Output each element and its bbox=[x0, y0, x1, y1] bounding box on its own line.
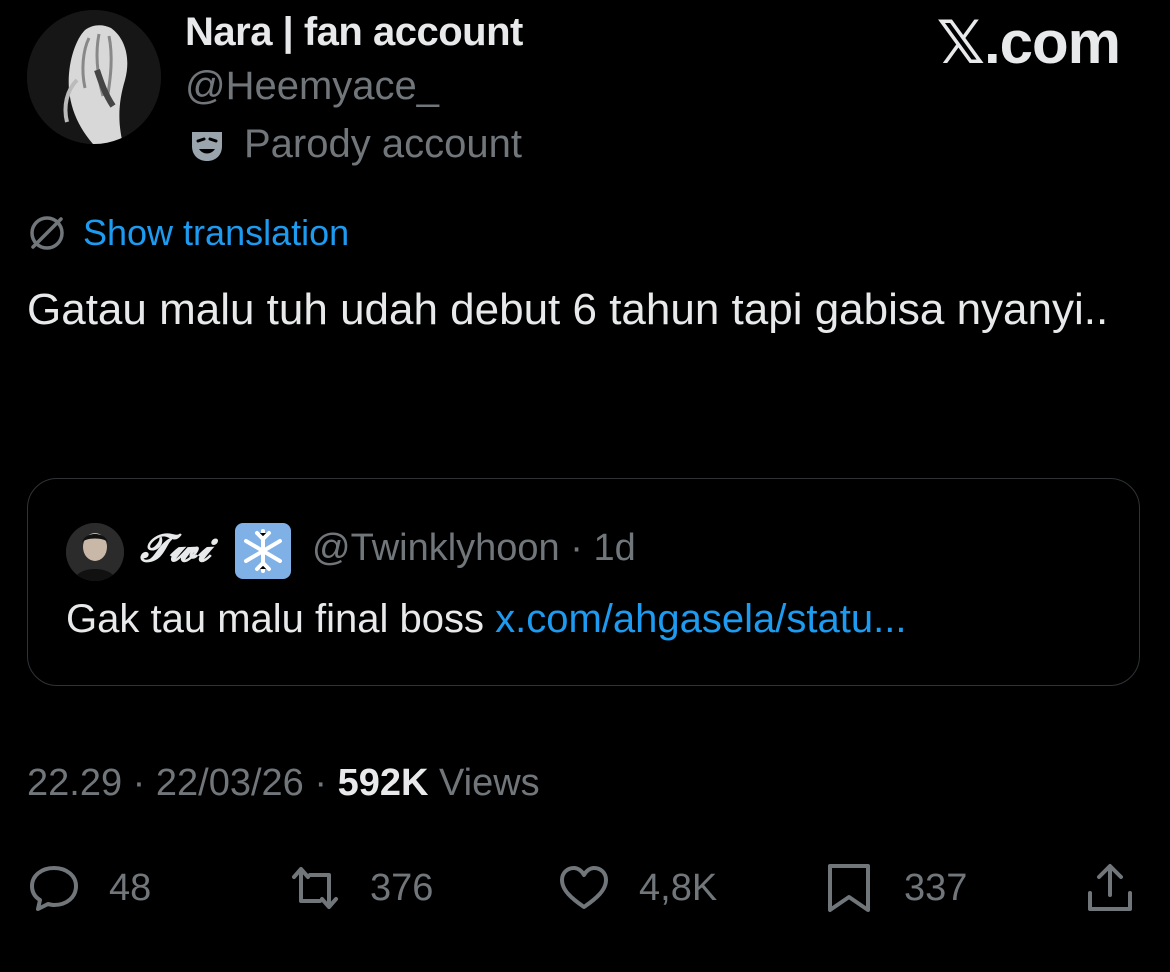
avatar[interactable] bbox=[27, 10, 161, 144]
action-bar: 48 376 4,8K 337 bbox=[0, 856, 1170, 920]
parody-label: Parody account bbox=[188, 122, 522, 167]
quoted-link[interactable]: x.com/ahgasela/statu... bbox=[495, 597, 906, 641]
avatar-image bbox=[27, 10, 161, 144]
share-button[interactable] bbox=[1083, 856, 1165, 920]
heart-icon bbox=[560, 866, 608, 909]
like-button[interactable]: 4,8K bbox=[557, 856, 717, 920]
bookmark-button[interactable]: 337 bbox=[822, 856, 967, 920]
quoted-handle-time: @Twinklyhoon · 1d bbox=[312, 527, 636, 569]
timestamp[interactable]: 22.29 · 22/03/26 · bbox=[27, 762, 338, 804]
bookmark-count: 337 bbox=[904, 866, 968, 909]
like-count: 4,8K bbox=[639, 866, 718, 909]
show-translation-label[interactable]: Show translation bbox=[83, 212, 349, 254]
quoted-text-body: Gak tau malu final boss bbox=[66, 597, 496, 641]
display-name[interactable]: Nara | fan account bbox=[185, 10, 523, 55]
quoted-avatar-image bbox=[66, 523, 124, 581]
repost-button[interactable]: 376 bbox=[288, 856, 433, 920]
repost-icon bbox=[292, 867, 338, 909]
theater-mask-icon bbox=[192, 131, 222, 161]
views-count: 592K bbox=[337, 762, 429, 804]
reply-button[interactable]: 48 bbox=[27, 856, 151, 920]
quoted-text: Gak tau malu final boss x.com/ahgasela/s… bbox=[66, 597, 906, 642]
user-handle[interactable]: @Heemyace_ bbox=[185, 64, 439, 109]
reply-count: 48 bbox=[109, 866, 152, 909]
repost-count: 376 bbox=[370, 866, 434, 909]
tweet-meta: 22.29 · 22/03/26 · 592K Views bbox=[27, 762, 540, 805]
globe-slash-icon bbox=[30, 216, 64, 250]
quoted-tweet[interactable]: 𝓣𝔀𝓲 @Twinklyhoon · 1d Gak tau malu final… bbox=[27, 478, 1140, 686]
snowflake-icon bbox=[235, 523, 291, 579]
show-translation-link[interactable]: Show translation bbox=[27, 212, 349, 254]
x-watermark: 𝕏.com bbox=[936, 9, 1121, 76]
views-label: Views bbox=[428, 762, 540, 804]
reply-icon bbox=[30, 866, 78, 911]
share-icon bbox=[1088, 864, 1132, 911]
tweet-text: Gatau malu tuh udah debut 6 tahun tapi g… bbox=[27, 285, 1109, 334]
parody-label-text: Parody account bbox=[244, 122, 522, 166]
bookmark-icon bbox=[828, 864, 870, 912]
quoted-avatar[interactable] bbox=[66, 523, 124, 581]
quoted-display-name[interactable]: 𝓣𝔀𝓲 bbox=[140, 525, 211, 571]
